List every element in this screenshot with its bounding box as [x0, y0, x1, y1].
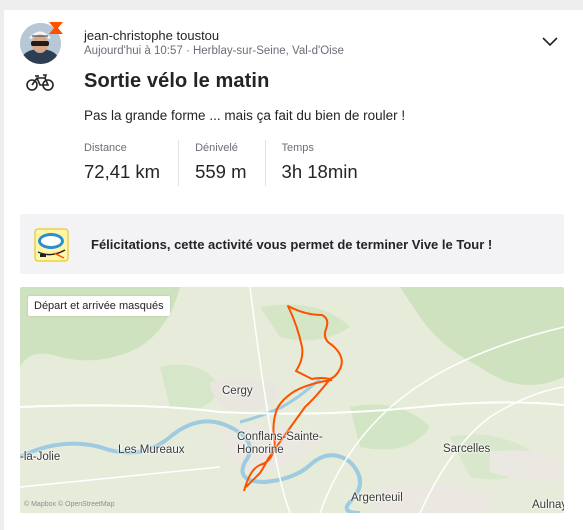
stat-label: Dénivelé [195, 142, 238, 154]
map-label: Conflans-Sainte-Honorine [237, 431, 323, 456]
activity-description: Pas la grande forme ... mais ça fait du … [84, 108, 406, 123]
activity-meta: Aujourd'hui à 10:57 · Herblay-sur-Seine,… [84, 45, 344, 57]
stat-label: Distance [84, 142, 127, 154]
map-label: Aulnay [532, 499, 564, 511]
route-map[interactable]: Départ et arrivée masqués Cergy Conflans… [20, 287, 564, 513]
stat-elevation: Dénivelé 559 m [195, 140, 266, 186]
achievement-banner[interactable]: Félicitations, cette activité vous perme… [20, 214, 564, 274]
privacy-label: Départ et arrivée masqués [28, 296, 170, 316]
stat-value: 72,41 km [84, 161, 161, 182]
chevron-down-icon[interactable] [540, 34, 560, 48]
activity-stats: Distance 72,41 km Dénivelé 559 m Temps 3… [84, 140, 392, 186]
map-label: Sarcelles [443, 443, 491, 455]
subscriber-badge-icon [49, 22, 63, 34]
map-label: Cergy [222, 385, 253, 397]
map-label: Les Mureaux [118, 444, 185, 456]
stat-value: 559 m [195, 161, 247, 182]
map-label: Argenteuil [351, 492, 403, 504]
activity-card: jean-christophe toustou Aujourd'hui à 10… [4, 10, 583, 530]
map-canvas [20, 287, 564, 513]
athlete-name[interactable]: jean-christophe toustou [84, 28, 219, 43]
achievement-text: Félicitations, cette activité vous perme… [91, 237, 493, 252]
stat-value: 3h 18min [281, 161, 358, 182]
map-attribution[interactable]: © Mapbox © OpenStreetMap [24, 501, 114, 508]
vive-le-tour-badge-icon [34, 228, 69, 262]
activity-title[interactable]: Sortie vélo le matin [84, 70, 269, 93]
stat-distance: Distance 72,41 km [84, 140, 180, 186]
map-label: -la-Jolie [20, 451, 61, 463]
stat-time: Temps 3h 18min [282, 140, 376, 186]
bike-icon [26, 74, 54, 91]
stat-label: Temps [281, 142, 314, 154]
